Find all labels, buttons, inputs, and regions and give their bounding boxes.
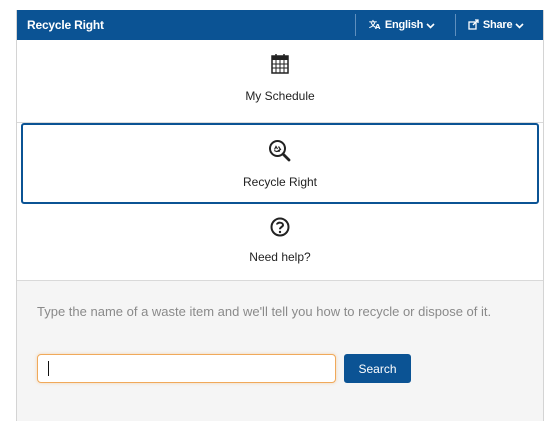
nav-item-label: My Schedule [245,89,315,103]
share-icon [468,19,479,30]
chevron-down-icon [515,23,524,29]
nav-item-my-schedule[interactable]: My Schedule [17,40,543,124]
top-bar: Recycle Right 文 A English Share [17,10,543,40]
top-bar-divider [355,14,356,36]
svg-text:A: A [375,23,381,30]
search-section: Type the name of a waste item and we'll … [17,281,543,421]
question-circle-icon [270,217,290,237]
search-instructions: Type the name of a waste item and we'll … [37,304,492,319]
nav-item-label: Recycle Right [242,175,318,189]
language-menu-button[interactable]: 文 A English [369,10,435,40]
nav-item-recycle-right[interactable]: Recycle Right [21,123,539,204]
calendar-icon [271,54,289,74]
share-label: Share [482,19,513,31]
recycle-search-icon [269,140,291,162]
nav-item-label: Need help? [249,250,311,264]
app-title: Recycle Right [27,18,104,32]
app-frame: Recycle Right 文 A English Share My Sched… [16,10,544,421]
language-label: English [384,19,424,31]
search-input[interactable] [37,354,336,383]
text-cursor [48,361,49,376]
top-bar-divider [455,14,456,36]
share-menu-button[interactable]: Share [468,10,524,40]
search-button[interactable]: Search [344,354,411,383]
nav-item-need-help[interactable]: Need help? [17,206,543,280]
translate-icon: 文 A [369,19,381,31]
chevron-down-icon [426,23,435,29]
